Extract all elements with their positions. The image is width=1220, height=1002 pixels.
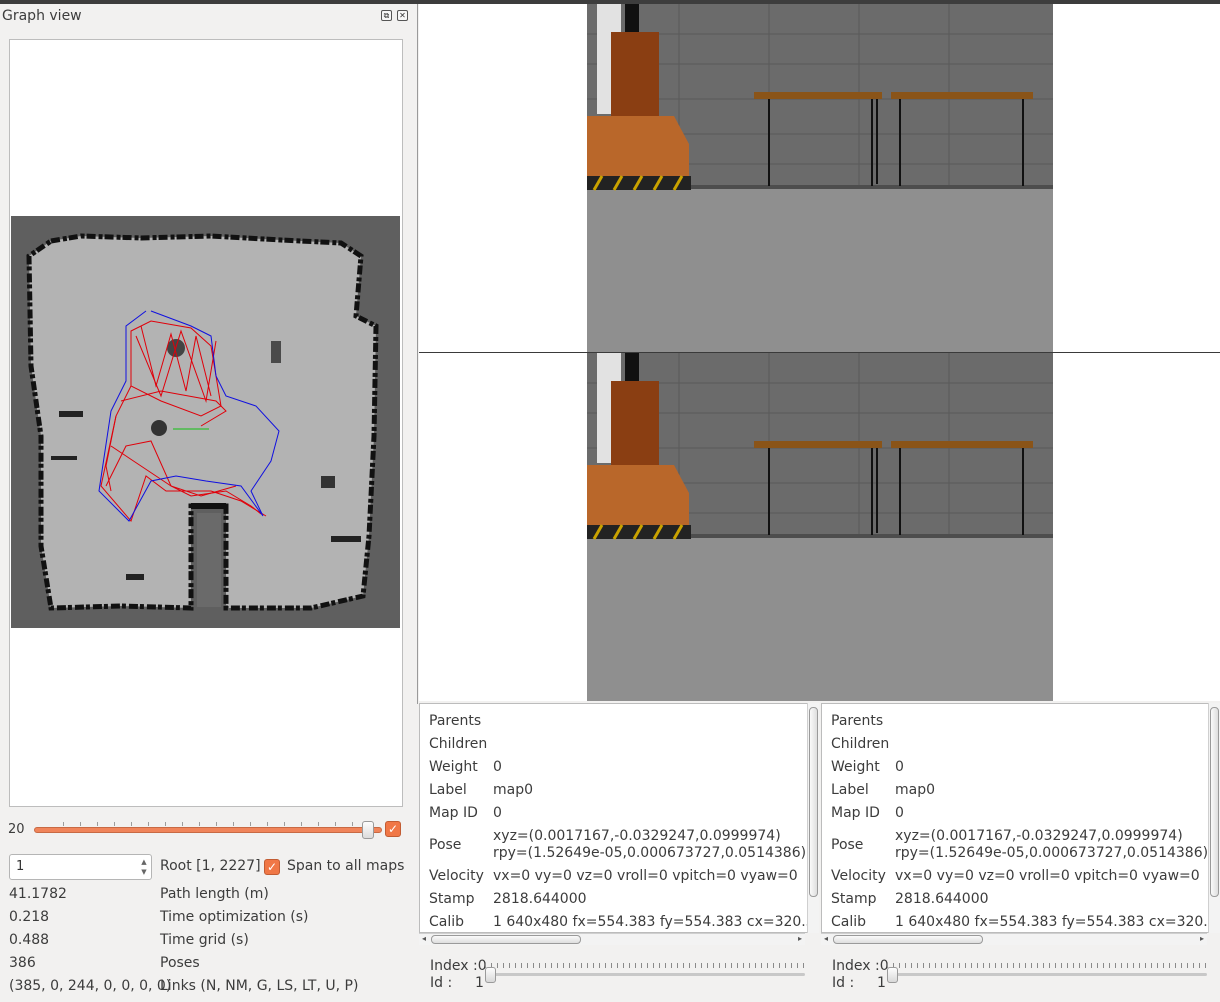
panel-divider[interactable]	[417, 4, 418, 704]
slider-checkbox[interactable]: ✓	[385, 821, 401, 837]
info-key: Velocity	[429, 868, 484, 884]
info-key: Velocity	[831, 868, 886, 884]
pose-rpy: rpy=(1.52649e-05,0.000673727,0.0514386)	[895, 845, 1209, 861]
root-id-spinbox[interactable]: 1 ▲ ▼	[9, 854, 152, 880]
camera-image-top	[587, 4, 1053, 352]
info-key: Children	[429, 736, 488, 752]
span-all-maps-checkbox[interactable]: ✓	[264, 859, 280, 875]
stat-label: Path length (m)	[160, 886, 269, 902]
right-info-hscrollbar[interactable]: ◂ ▸	[821, 933, 1207, 945]
left-index-label: Index :0	[430, 958, 487, 974]
iteration-value: 20	[8, 822, 25, 837]
pose-xyz: xyz=(0.0017167,-0.0329247,0.0999974)	[895, 828, 1183, 844]
info-key: Weight	[429, 759, 478, 775]
slider-track	[485, 973, 805, 976]
info-key: Calib	[429, 914, 465, 930]
scroll-thumb[interactable]	[809, 707, 818, 897]
info-key: Parents	[429, 713, 482, 729]
pose-rpy: rpy=(1.52649e-05,0.000673727,0.0514386)	[493, 845, 807, 861]
graph-view-title: Graph view	[2, 8, 82, 24]
info-key: Stamp	[429, 891, 475, 907]
node-info-right: Parents Children Weight 0 Label map0 Map I…	[821, 703, 1219, 933]
info-key: Map ID	[831, 805, 880, 821]
info-value: 0	[493, 805, 502, 821]
info-value: vx=0 vy=0 vz=0 vroll=0 vpitch=0 vyaw=0	[493, 868, 798, 884]
close-dock-icon[interactable]: ✕	[397, 10, 408, 21]
slider-ticks	[63, 822, 403, 826]
camera-image-bottom	[587, 353, 1053, 701]
info-value: map0	[895, 782, 936, 798]
stat-row: 41.1782 Path length (m)	[9, 886, 409, 908]
iteration-slider-handle[interactable]	[362, 821, 374, 839]
right-id-value: 1	[877, 975, 886, 991]
info-key: Pose	[429, 837, 462, 853]
stat-value: (385, 0, 244, 0, 0, 0, 0)	[9, 978, 172, 994]
stat-row: (385, 0, 244, 0, 0, 0, 0) Links (N, NM, …	[9, 978, 409, 1000]
occupancy-grid-map	[11, 216, 400, 628]
stat-label: Time grid (s)	[160, 932, 249, 948]
graph-canvas[interactable]	[9, 39, 403, 807]
camera-view-bottom	[419, 353, 1220, 701]
stat-row: 0.488 Time grid (s)	[9, 932, 409, 954]
stat-label: Links (N, NM, G, LS, LT, U, P)	[160, 978, 359, 994]
info-key: Weight	[831, 759, 880, 775]
stat-value: 0.488	[9, 932, 50, 948]
stat-label: Poses	[160, 955, 200, 971]
iteration-slider[interactable]	[34, 822, 403, 833]
info-key: Pose	[831, 837, 864, 853]
left-index-slider[interactable]	[485, 963, 805, 984]
node-info-left: Parents Children Weight 0 Label map0 Map I…	[419, 703, 817, 933]
info-key: Stamp	[831, 891, 877, 907]
info-value: vx=0 vy=0 vz=0 vroll=0 vpitch=0 vyaw=0	[895, 868, 1200, 884]
info-key: Calib	[831, 914, 867, 930]
info-value: 0	[493, 759, 502, 775]
camera-view-top	[419, 4, 1220, 352]
stat-value: 41.1782	[9, 886, 67, 902]
scroll-left-icon[interactable]: ◂	[824, 934, 828, 943]
spin-arrows-icon[interactable]: ▲ ▼	[139, 857, 149, 877]
left-info-vscrollbar[interactable]	[807, 703, 819, 933]
stat-label: Time optimization (s)	[160, 909, 309, 925]
info-value: 1 640x480 fx=554.383 fy=554.383 cx=320.5…	[895, 914, 1219, 930]
span-all-maps-label: Span to all maps	[287, 858, 405, 874]
info-value: map0	[493, 782, 534, 798]
slider-handle[interactable]	[887, 967, 898, 983]
info-key: Map ID	[429, 805, 478, 821]
scroll-thumb[interactable]	[431, 935, 581, 944]
root-label: Root [1, 2227]	[160, 858, 261, 874]
info-value: 0	[895, 759, 904, 775]
info-value: 2818.644000	[493, 891, 587, 907]
left-id-value: 1	[475, 975, 484, 991]
info-value: 2818.644000	[895, 891, 989, 907]
root-id-value: 1	[16, 859, 25, 874]
left-id-label: Id :	[430, 975, 453, 991]
right-index-slider[interactable]	[887, 963, 1207, 984]
left-info-hscrollbar[interactable]: ◂ ▸	[419, 933, 805, 945]
right-id-label: Id :	[832, 975, 855, 991]
info-value: 0	[895, 805, 904, 821]
slider-track	[887, 973, 1207, 976]
slider-ticks	[485, 963, 805, 968]
scroll-left-icon[interactable]: ◂	[422, 934, 426, 943]
stat-row: 0.218 Time optimization (s)	[9, 909, 409, 931]
stat-value: 0.218	[9, 909, 50, 925]
stat-value: 386	[9, 955, 36, 971]
scroll-right-icon[interactable]: ▸	[798, 934, 802, 943]
info-key: Label	[831, 782, 869, 798]
info-key: Label	[429, 782, 467, 798]
pose-xyz: xyz=(0.0017167,-0.0329247,0.0999974)	[493, 828, 781, 844]
info-key: Parents	[831, 713, 884, 729]
right-index-label: Index :0	[832, 958, 889, 974]
iteration-slider-row: 20	[8, 820, 403, 842]
right-info-vscrollbar[interactable]	[1208, 703, 1220, 933]
info-value: 1 640x480 fx=554.383 fy=554.383 cx=320.5…	[493, 914, 817, 930]
scroll-thumb[interactable]	[833, 935, 983, 944]
float-dock-icon[interactable]: ⧉	[381, 10, 392, 21]
slider-ticks	[887, 963, 1207, 968]
slider-handle[interactable]	[485, 967, 496, 983]
scroll-right-icon[interactable]: ▸	[1200, 934, 1204, 943]
stat-row: 386 Poses	[9, 955, 409, 977]
scroll-thumb[interactable]	[1210, 707, 1219, 897]
info-key: Children	[831, 736, 890, 752]
